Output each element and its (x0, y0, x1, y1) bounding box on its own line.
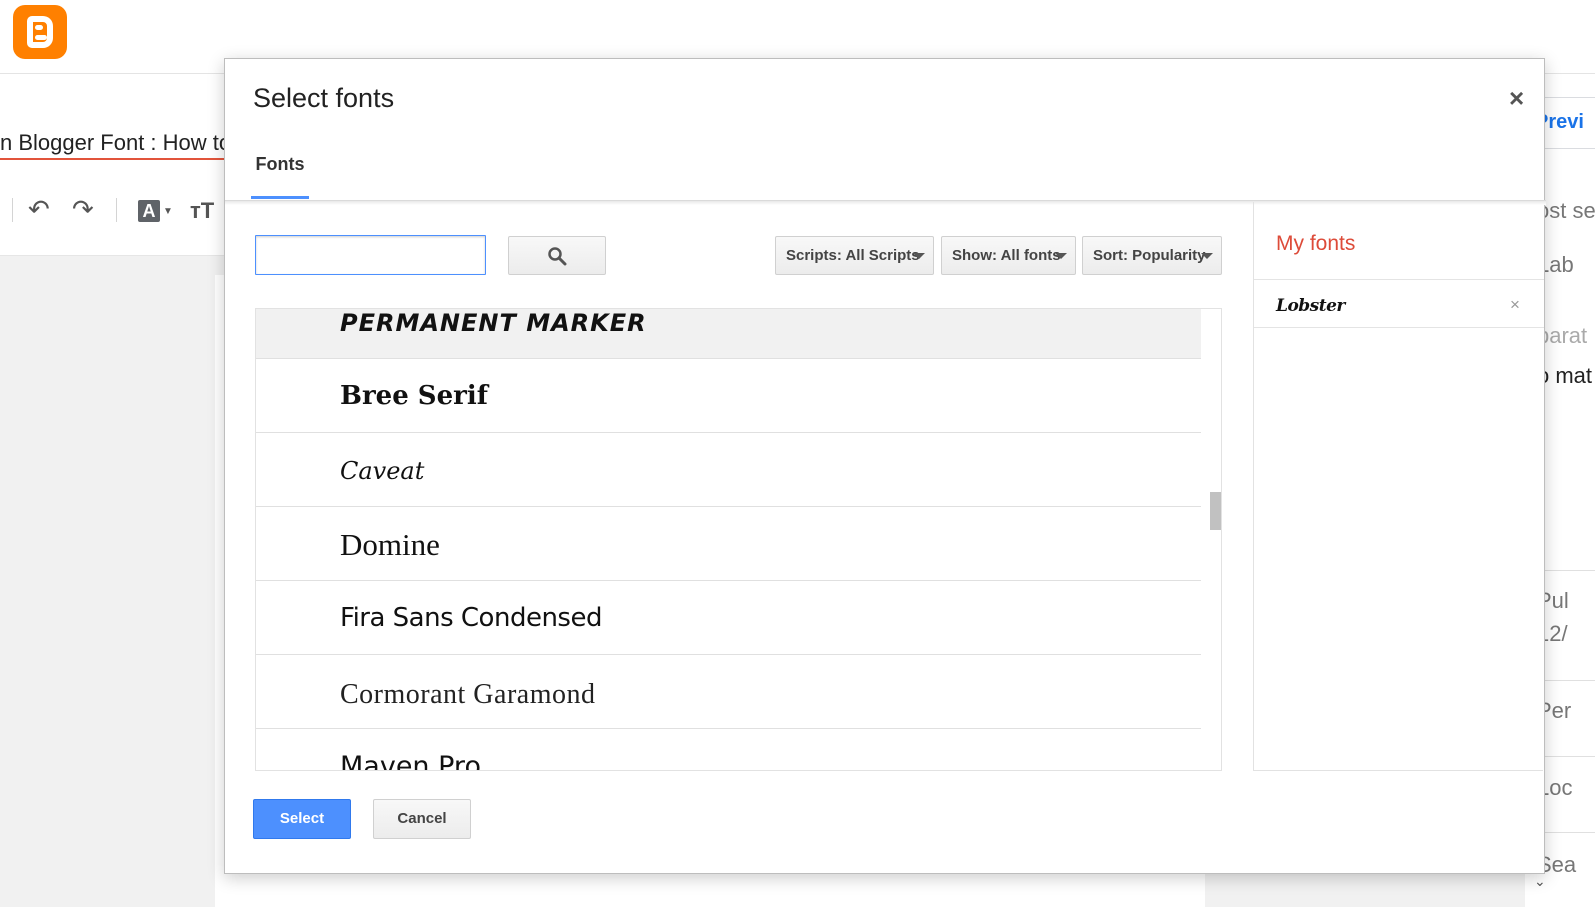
text-size-icon[interactable]: ᴛT (190, 198, 214, 224)
sort-dropdown[interactable]: Sort: Popularity (1082, 236, 1222, 275)
remove-font-icon[interactable]: × (1510, 295, 1520, 315)
chevron-down-icon (1201, 253, 1213, 259)
blogger-logo-icon[interactable] (13, 5, 67, 59)
scripts-dropdown-label: Scripts: All Scripts (786, 247, 920, 264)
show-dropdown[interactable]: Show: All fonts (941, 236, 1076, 275)
dialog-title: Select fonts (253, 83, 395, 113)
toolbar-divider (116, 198, 117, 222)
font-name: Maven Pro (340, 751, 481, 771)
font-name: Bree Serif (340, 381, 488, 411)
font-list-item[interactable]: Domine (256, 507, 1201, 581)
font-list-item[interactable]: Permanent Marker (256, 309, 1201, 359)
chevron-down-icon[interactable]: ▼ (163, 206, 173, 217)
my-fonts-divider (1254, 327, 1544, 328)
font-name: Cormorant Garamond (340, 679, 596, 710)
post-title-input[interactable]: n Blogger Font : How to (0, 130, 230, 160)
text-color-icon[interactable]: A (138, 200, 160, 222)
tab-fonts[interactable]: Fonts (251, 155, 309, 199)
chevron-down-icon (913, 253, 925, 259)
redo-icon[interactable]: ↷ (72, 194, 94, 225)
my-fonts-panel: My fonts Lobster × (1253, 202, 1544, 771)
close-icon[interactable]: × (1509, 83, 1524, 114)
toolbar-divider (12, 198, 13, 222)
font-name: Domine (340, 527, 440, 562)
cancel-button[interactable]: Cancel (373, 799, 471, 839)
font-list-item[interactable]: Fira Sans Condensed (256, 581, 1201, 655)
my-fonts-divider (1254, 279, 1544, 280)
font-name: Fira Sans Condensed (340, 603, 602, 633)
chevron-down-icon (1055, 253, 1067, 259)
scrollbar-track[interactable] (1202, 309, 1221, 770)
my-font-item: Lobster (1276, 296, 1345, 316)
show-dropdown-label: Show: All fonts (952, 247, 1061, 264)
scrollbar-thumb[interactable] (1210, 492, 1221, 530)
font-name: Caveat (340, 457, 425, 485)
scripts-dropdown[interactable]: Scripts: All Scripts (775, 236, 934, 275)
font-list-item[interactable]: Bree Serif (256, 359, 1201, 433)
undo-icon[interactable]: ↶ (28, 194, 50, 225)
select-fonts-dialog: Select fonts × Fonts Scripts: All Script… (224, 58, 1546, 874)
sort-dropdown-label: Sort: Popularity (1093, 247, 1206, 264)
font-list[interactable]: Permanent Marker Bree Serif Caveat Domin… (255, 308, 1222, 771)
font-name: Permanent Marker (340, 309, 647, 337)
font-list-item[interactable]: Cormorant Garamond (256, 655, 1201, 729)
my-fonts-title: My fonts (1276, 232, 1356, 255)
select-button[interactable]: Select (253, 799, 351, 839)
font-list-item[interactable]: Maven Pro (256, 729, 1201, 771)
font-search-input[interactable] (255, 235, 486, 275)
search-button[interactable] (508, 236, 606, 275)
font-list-item[interactable]: Caveat (256, 433, 1201, 507)
labels-hint: o mat (1537, 363, 1593, 388)
search-icon (548, 247, 567, 266)
